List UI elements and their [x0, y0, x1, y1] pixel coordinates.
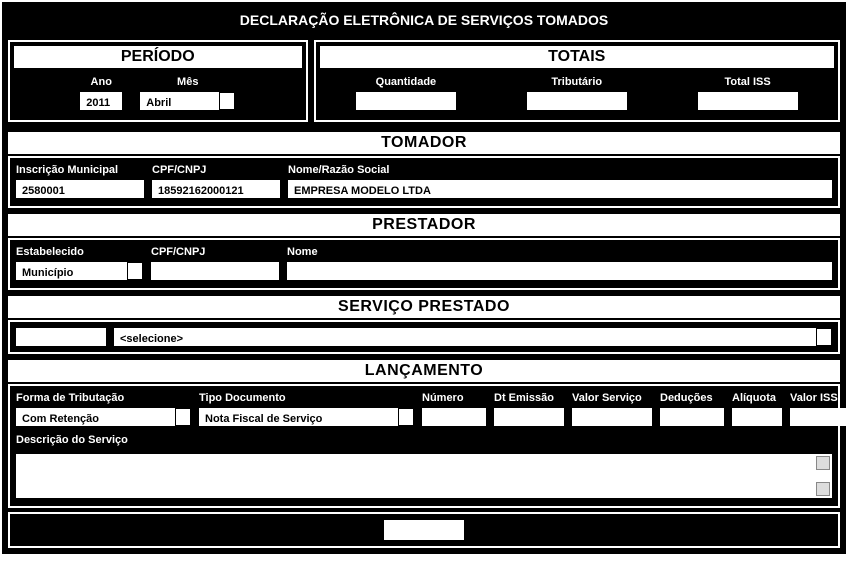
- tributario-label: Tributário: [551, 76, 602, 88]
- periodo-panel: PERÍODO Ano 2011 Mês Abril: [8, 40, 308, 122]
- quantidade-label: Quantidade: [376, 76, 437, 88]
- servico-dropdown-icon[interactable]: [816, 328, 832, 346]
- aliquota-label: Alíquota: [732, 392, 782, 404]
- tomador-cpfcnpj-input[interactable]: 18592162000121: [152, 180, 280, 198]
- inscricao-input[interactable]: 2580001: [16, 180, 144, 198]
- prestador-panel: Estabelecido Município CPF/CNPJ Nome: [8, 238, 840, 290]
- inscricao-label: Inscrição Municipal: [16, 164, 144, 176]
- tomador-nome-input[interactable]: EMPRESA MODELO LTDA: [288, 180, 832, 198]
- quantidade-output: [356, 92, 456, 110]
- prestador-nome-label: Nome: [287, 246, 832, 258]
- descricao-label: Descrição do Serviço: [16, 434, 832, 446]
- prestador-header: PRESTADOR: [8, 214, 840, 236]
- tomador-panel: Inscrição Municipal 2580001 CPF/CNPJ 185…: [8, 156, 840, 208]
- mes-select[interactable]: Abril: [140, 92, 220, 110]
- totais-header: TOTAIS: [320, 46, 834, 68]
- lancamento-header: LANÇAMENTO: [8, 360, 840, 382]
- descricao-textarea[interactable]: [16, 454, 832, 498]
- servico-select[interactable]: <selecione>: [114, 328, 817, 346]
- forma-dropdown-icon[interactable]: [175, 408, 191, 426]
- dtemissao-input[interactable]: [494, 408, 564, 426]
- tipo-label: Tipo Documento: [199, 392, 414, 404]
- servico-header: SERVIÇO PRESTADO: [8, 296, 840, 318]
- page-title: DECLARAÇÃO ELETRÔNICA DE SERVIÇOS TOMADO…: [4, 4, 844, 36]
- valorserv-label: Valor Serviço: [572, 392, 652, 404]
- prestador-cpfcnpj-label: CPF/CNPJ: [151, 246, 279, 258]
- numero-input[interactable]: [422, 408, 486, 426]
- ano-label: Ano: [91, 76, 112, 88]
- servico-code-input[interactable]: [16, 328, 106, 346]
- scroll-down-icon[interactable]: [816, 482, 830, 496]
- prestador-nome-input[interactable]: [287, 262, 832, 280]
- valorserv-input[interactable]: [572, 408, 652, 426]
- mes-label: Mês: [177, 76, 198, 88]
- tipo-dropdown-icon[interactable]: [398, 408, 414, 426]
- estab-select[interactable]: Município: [16, 262, 128, 280]
- tomador-header: TOMADOR: [8, 132, 840, 154]
- deducoes-input[interactable]: [660, 408, 724, 426]
- lancamento-panel: Forma de Tributação Com Retenção Tipo Do…: [8, 384, 840, 508]
- submit-button[interactable]: [384, 520, 464, 540]
- estab-label: Estabelecido: [16, 246, 143, 258]
- servico-panel: <selecione>: [8, 320, 840, 354]
- total-iss-output: [698, 92, 798, 110]
- periodo-header: PERÍODO: [14, 46, 302, 68]
- deducoes-label: Deduções: [660, 392, 724, 404]
- tipo-select[interactable]: Nota Fiscal de Serviço: [199, 408, 399, 426]
- totais-panel: TOTAIS Quantidade Tributário Total ISS: [314, 40, 840, 122]
- footer-panel: [8, 512, 840, 548]
- dtemissao-label: Dt Emissão: [494, 392, 564, 404]
- estab-dropdown-icon[interactable]: [127, 262, 143, 280]
- valoriss-label: Valor ISS: [790, 392, 848, 404]
- forma-label: Forma de Tributação: [16, 392, 191, 404]
- tomador-cpfcnpj-label: CPF/CNPJ: [152, 164, 280, 176]
- scroll-up-icon[interactable]: [816, 456, 830, 470]
- total-iss-label: Total ISS: [724, 76, 770, 88]
- tributario-output: [527, 92, 627, 110]
- main-form: DECLARAÇÃO ELETRÔNICA DE SERVIÇOS TOMADO…: [2, 2, 846, 554]
- mes-dropdown-icon[interactable]: [219, 92, 235, 110]
- aliquota-input[interactable]: [732, 408, 782, 426]
- prestador-cpfcnpj-input[interactable]: [151, 262, 279, 280]
- ano-input[interactable]: 2011: [80, 92, 122, 110]
- valoriss-input[interactable]: [790, 408, 848, 426]
- forma-select[interactable]: Com Retenção: [16, 408, 176, 426]
- tomador-nome-label: Nome/Razão Social: [288, 164, 832, 176]
- numero-label: Número: [422, 392, 486, 404]
